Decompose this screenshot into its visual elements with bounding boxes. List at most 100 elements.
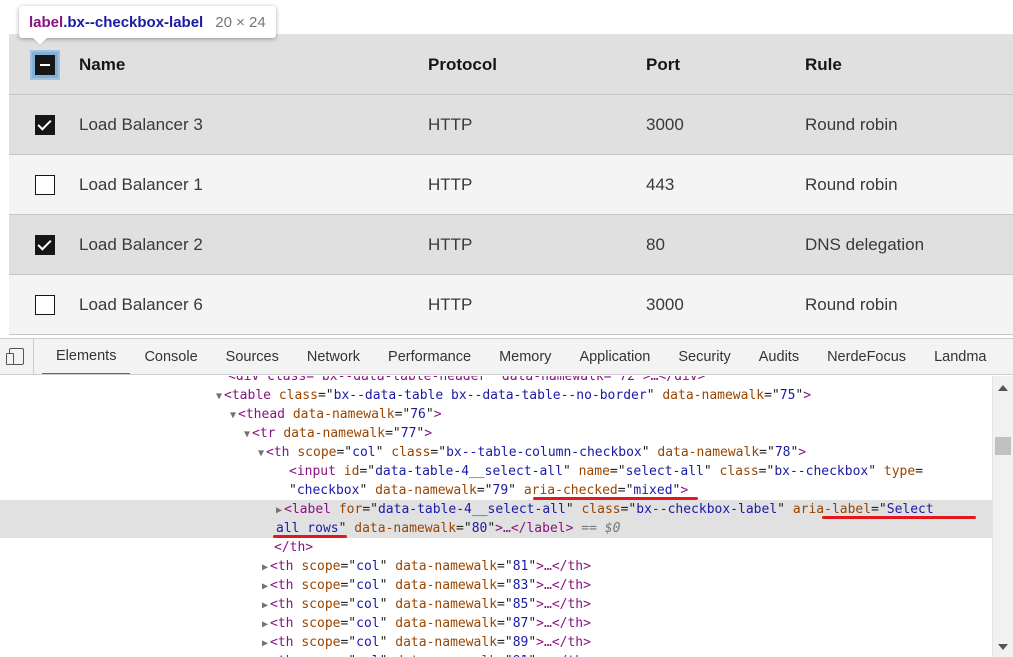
dom-line[interactable]: ▶ <th scope="col" data-namewalk="81">…</t… <box>262 557 591 576</box>
header-port[interactable]: Port <box>646 55 805 75</box>
dom-line[interactable]: ▼ <th scope="col" class="bx--table-column… <box>258 443 806 462</box>
dom-attr-value: col <box>356 559 380 574</box>
row-select-cell <box>9 294 79 315</box>
header-name[interactable]: Name <box>79 55 428 75</box>
tooltip-dimensions: 20 × 24 <box>215 13 266 31</box>
scroll-up-arrow-icon[interactable] <box>998 385 1008 391</box>
cell-port: 3000 <box>646 114 684 134</box>
dom-attr-value: Select <box>886 502 934 517</box>
annotation-underline-aria-label <box>822 516 976 519</box>
select-all-cell <box>9 51 79 78</box>
dom-attr-value: 78 <box>774 445 791 460</box>
dom-line[interactable]: </th> <box>274 538 313 557</box>
dom-attr-value: bx--data-table bx--data-table--no-border <box>333 388 647 403</box>
table-row: Load Balancer 6 HTTP 3000 Round robin <box>9 275 1013 335</box>
cell-rule: Round robin <box>805 174 898 194</box>
dom-line[interactable]: <div class="bx--data-table-header" data-… <box>228 376 705 386</box>
dom-line[interactable]: ▼ <thead data-namewalk="76"> <box>230 405 442 424</box>
expand-triangle-icon[interactable]: ▶ <box>262 619 268 630</box>
row-checkbox[interactable] <box>35 174 55 195</box>
dom-tree-scrollbar[interactable] <box>992 376 1013 657</box>
cell-rule: DNS delegation <box>805 234 925 254</box>
cell-port: 443 <box>646 174 675 194</box>
dom-tag: table <box>231 388 271 403</box>
dom-attr-value: col <box>352 445 376 460</box>
expand-triangle-icon[interactable]: ▶ <box>262 562 268 573</box>
dom-line[interactable]: <input id="data-table-4__select-all" nam… <box>289 462 923 481</box>
tab-application[interactable]: Application <box>565 339 664 374</box>
expand-triangle-icon[interactable]: ▶ <box>276 505 282 516</box>
tab-sources[interactable]: Sources <box>212 339 293 374</box>
dom-tree: <div class="bx--data-table-header" data-… <box>0 376 992 657</box>
tab-performance[interactable]: Performance <box>374 339 485 374</box>
expand-triangle-icon[interactable]: ▼ <box>230 410 236 421</box>
tab-audits[interactable]: Audits <box>745 339 813 374</box>
tab-memory[interactable]: Memory <box>485 339 565 374</box>
dom-tag: tr <box>259 426 276 441</box>
element-inspector-tooltip: label .bx--checkbox-label 20 × 24 <box>19 6 276 38</box>
dom-line[interactable]: ▼ <table class="bx--data-table bx--data-t… <box>216 386 811 405</box>
data-table: Name Protocol Port Rule Load Balancer 3 … <box>9 35 1013 338</box>
cell-rule: Round robin <box>805 294 898 314</box>
table-row: Load Balancer 1 HTTP 443 Round robin <box>9 155 1013 215</box>
cell-port: 3000 <box>646 294 684 314</box>
dom-tag: th <box>273 445 290 460</box>
tab-nerdefocus[interactable]: NerdeFocus <box>813 339 920 374</box>
devtools-tab-bar: Elements Console Sources Network Perform… <box>0 339 1013 375</box>
row-checkbox[interactable] <box>35 294 55 315</box>
dom-text: >…</th> <box>536 597 591 612</box>
dom-attr-value: col <box>356 578 380 593</box>
header-protocol[interactable]: Protocol <box>428 55 646 75</box>
dom-console-ref: == $0 <box>573 521 621 536</box>
cell-name: Load Balancer 1 <box>79 174 203 194</box>
dom-line[interactable]: ▶ <th scope="col" data-namewalk="85">…</t… <box>262 595 591 614</box>
annotation-underline-aria-checked <box>533 497 698 500</box>
cell-name: Load Balancer 2 <box>79 234 203 254</box>
tab-elements[interactable]: Elements <box>42 339 131 374</box>
dom-line[interactable]: ▼ <tr data-namewalk="77"> <box>244 424 432 443</box>
select-all-checkbox[interactable] <box>32 51 58 78</box>
row-checkbox[interactable] <box>35 234 55 255</box>
header-rule[interactable]: Rule <box>805 55 1013 75</box>
row-select-cell <box>9 234 79 255</box>
dom-attr-value: col <box>356 616 380 631</box>
dom-attr-value: 81 <box>512 559 529 574</box>
dom-line[interactable]: ▶<th scope="col" data-namewalk="91">…</t… <box>262 652 591 657</box>
dom-line[interactable]: ▶ <th scope="col" data-namewalk="89">…</t… <box>262 633 591 652</box>
cell-name: Load Balancer 3 <box>79 114 203 134</box>
expand-triangle-icon[interactable]: ▶ <box>262 600 268 611</box>
tab-lighthouse-truncated[interactable]: Landma <box>920 339 1000 374</box>
cell-protocol: HTTP <box>428 234 473 254</box>
dom-line[interactable]: ▶ <th scope="col" data-namewalk="83">…</t… <box>262 576 591 595</box>
expand-triangle-icon[interactable]: ▶ <box>262 638 268 649</box>
dom-attr-value: 89 <box>512 635 529 650</box>
cell-protocol: HTTP <box>428 114 473 134</box>
cell-port: 80 <box>646 234 665 254</box>
dom-line[interactable]: ▶ <th scope="col" data-namewalk="87">…</t… <box>262 614 591 633</box>
tab-console[interactable]: Console <box>130 339 211 374</box>
table-header-row: Name Protocol Port Rule <box>9 35 1013 95</box>
scrollbar-thumb[interactable] <box>995 437 1011 455</box>
expand-triangle-icon[interactable]: ▼ <box>216 391 222 402</box>
dom-text: >…</label> <box>495 521 574 536</box>
dom-attr-value: col <box>356 597 380 612</box>
row-checkbox[interactable] <box>35 114 55 135</box>
cell-protocol: HTTP <box>428 174 473 194</box>
cell-name: Load Balancer 6 <box>79 294 203 314</box>
dom-attr-value: bx--checkbox <box>774 464 869 479</box>
tooltip-tag: label <box>29 13 64 31</box>
device-toolbar-icon[interactable] <box>0 339 34 374</box>
dom-attr-value: bx--table-column-checkbox <box>446 445 642 460</box>
tab-network[interactable]: Network <box>293 339 374 374</box>
expand-triangle-icon[interactable]: ▼ <box>244 429 250 440</box>
expand-triangle-icon[interactable]: ▼ <box>258 448 264 459</box>
dom-attr-value: 79 <box>492 483 509 498</box>
scroll-down-arrow-icon[interactable] <box>998 644 1008 650</box>
dom-attr-value: select-all <box>625 464 704 479</box>
dom-attr-value: 75 <box>779 388 796 403</box>
tooltip-arrow <box>33 38 47 45</box>
dom-text: </th> <box>274 540 314 555</box>
tooltip-class: .bx--checkbox-label <box>63 13 204 31</box>
tab-security[interactable]: Security <box>664 339 744 374</box>
expand-triangle-icon[interactable]: ▶ <box>262 581 268 592</box>
